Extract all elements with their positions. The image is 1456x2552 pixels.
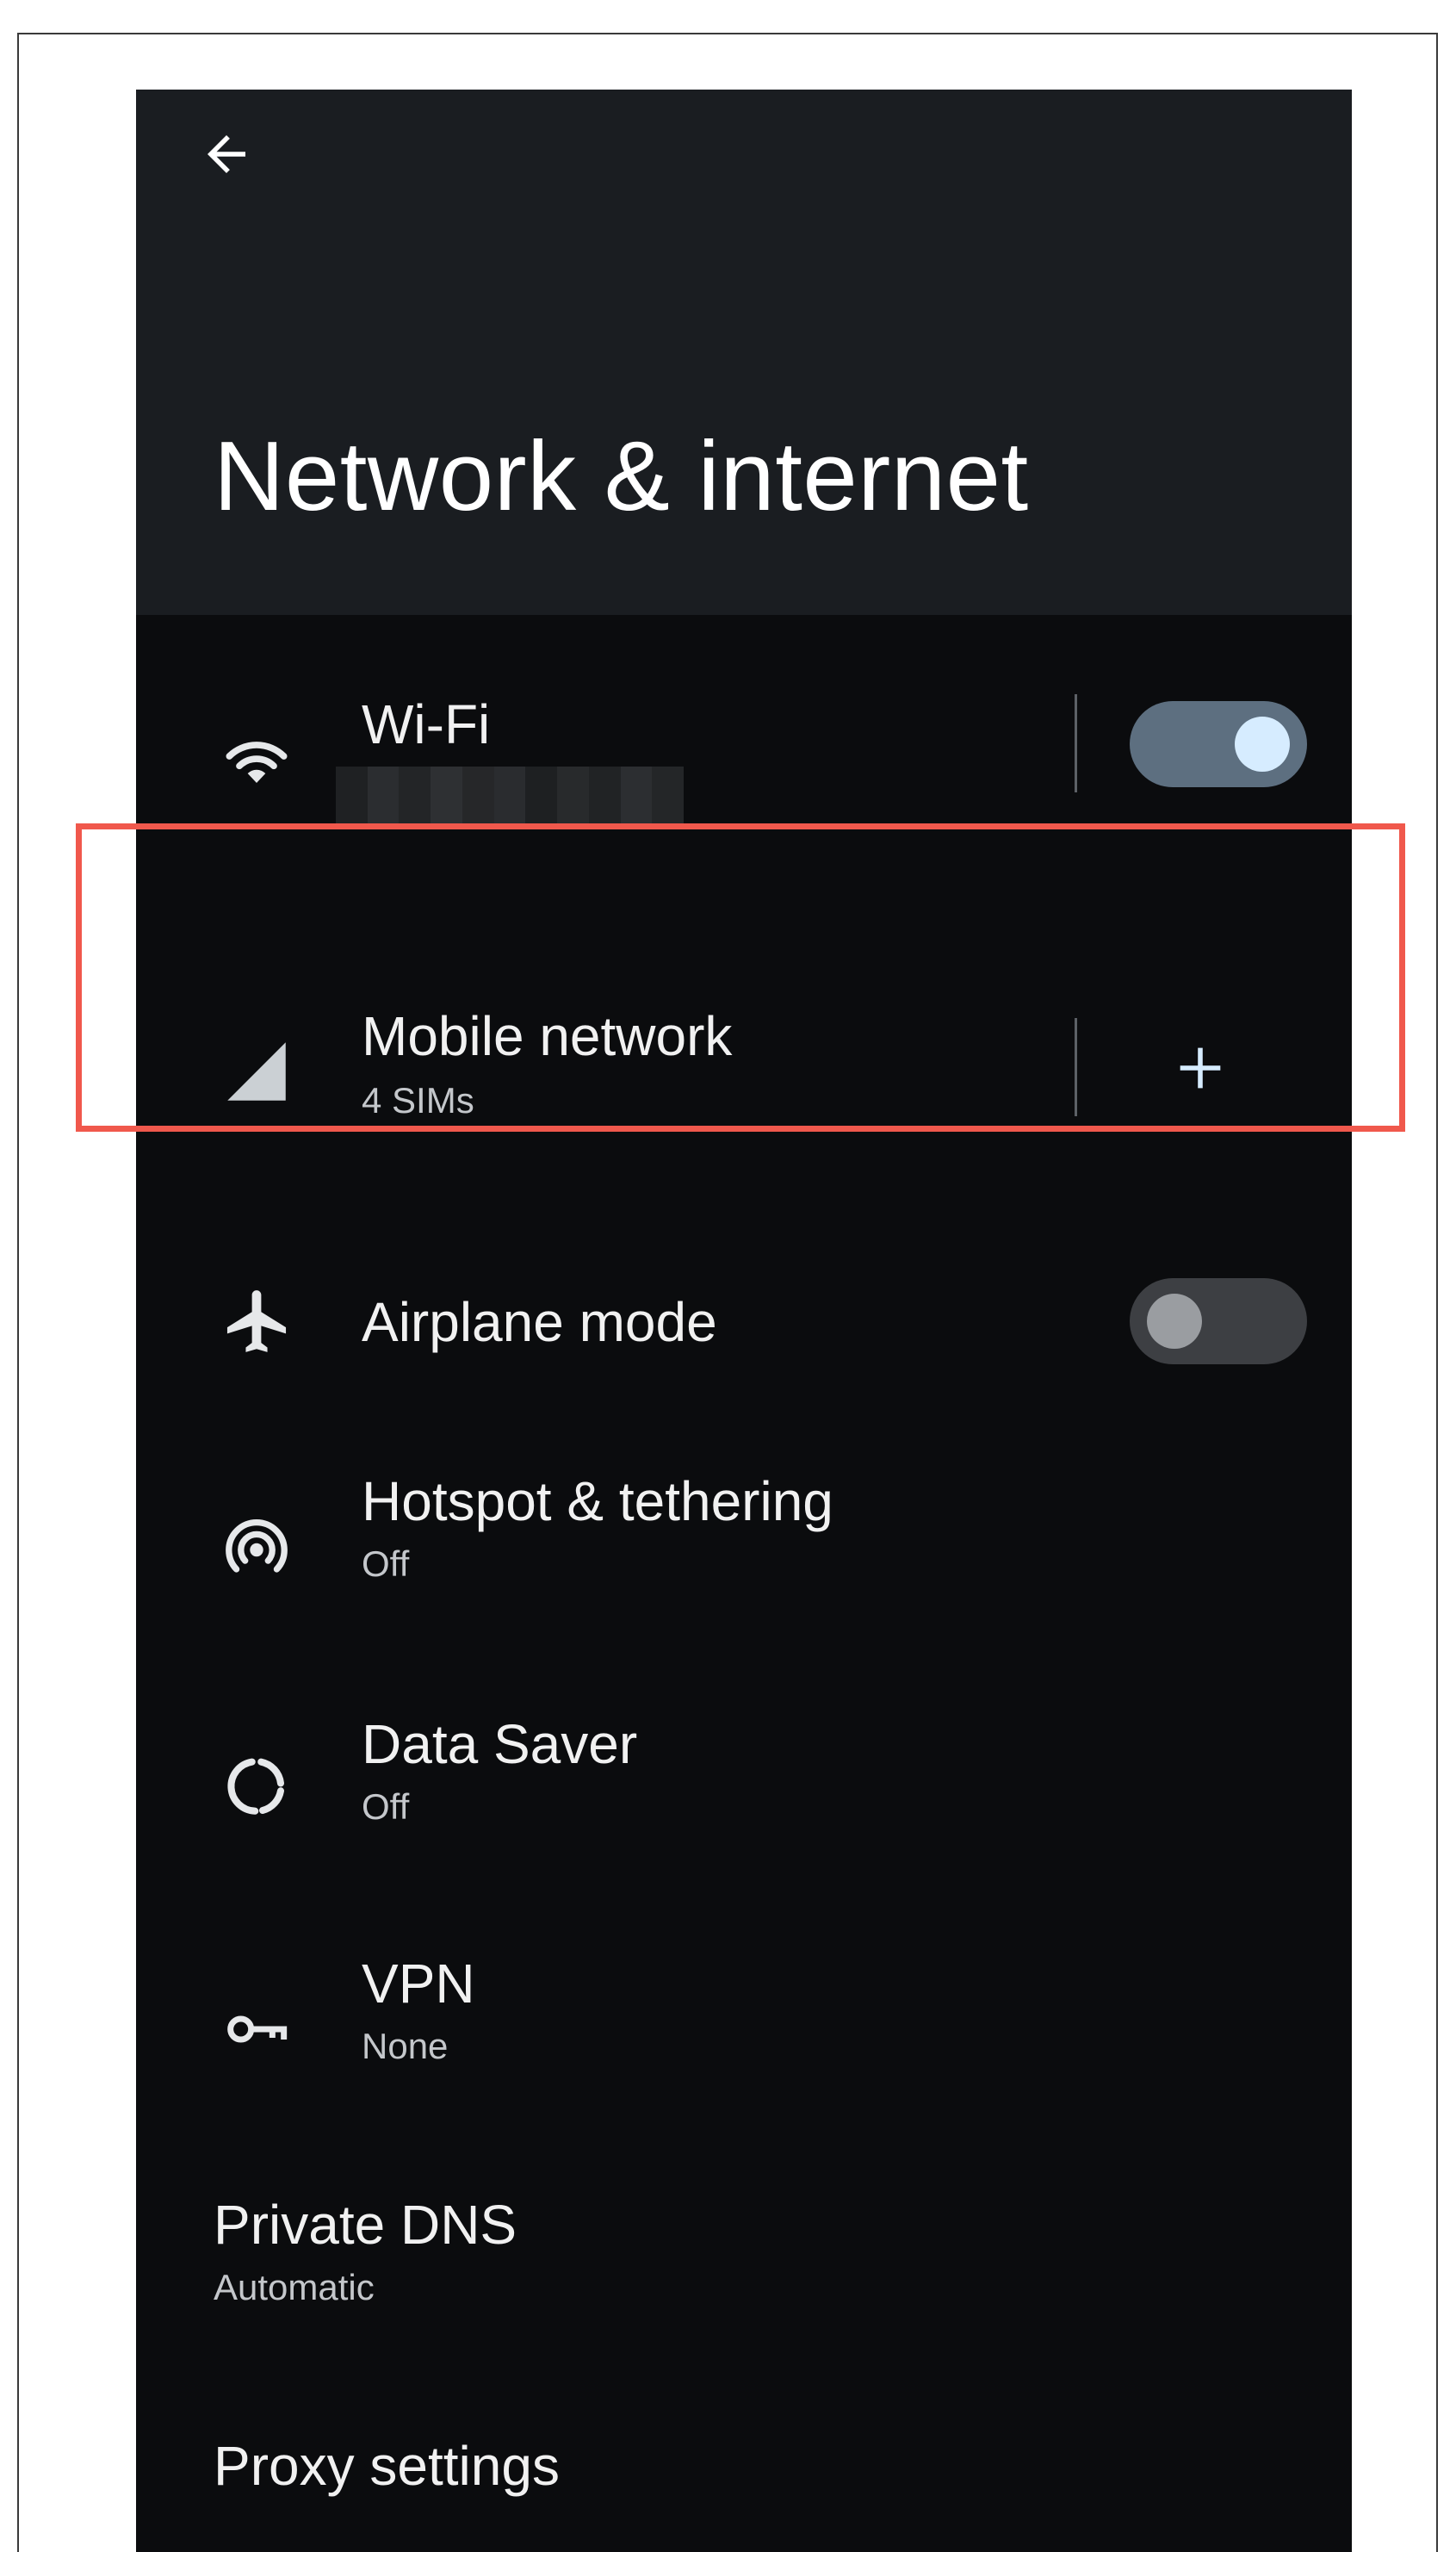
highlight-box <box>76 823 1405 1132</box>
airplane-mode-row[interactable]: Airplane mode <box>136 1218 1352 1433</box>
back-button[interactable] <box>188 115 265 193</box>
arrow-left-icon <box>208 135 245 173</box>
private-dns-label: Private DNS <box>214 2194 517 2256</box>
wifi-toggle-knob <box>1235 717 1290 772</box>
wifi-label: Wi-Fi <box>362 693 491 755</box>
wifi-row[interactable]: Wi-Fi <box>136 615 1352 856</box>
hotspot-label: Hotspot & tethering <box>362 1470 833 1532</box>
wifi-network-name-redacted <box>336 767 685 829</box>
airplane-mode-label: Airplane mode <box>362 1291 717 1353</box>
data-saver-subtitle: Off <box>362 1786 410 1827</box>
hotspot-row[interactable]: Hotspot & tethering Off <box>136 1433 1352 1674</box>
proxy-settings-label: Proxy settings <box>214 2435 560 2497</box>
hotspot-icon <box>214 1504 300 1590</box>
vpn-row[interactable]: VPN None <box>136 1916 1352 2157</box>
airplane-mode-toggle[interactable] <box>1130 1278 1307 1364</box>
phone-screen: Network & internet Wi-Fi Mobile network … <box>136 90 1352 2552</box>
private-dns-row[interactable]: Private DNS Automatic <box>136 2157 1352 2398</box>
app-bar: Network & internet <box>136 90 1352 615</box>
data-saver-icon <box>214 1743 300 1829</box>
airplane-icon <box>214 1278 300 1364</box>
wifi-icon <box>214 718 300 804</box>
data-saver-label: Data Saver <box>362 1713 638 1775</box>
private-dns-subtitle: Automatic <box>214 2267 375 2307</box>
key-icon <box>214 1986 300 2072</box>
wifi-divider <box>1075 694 1077 792</box>
vpn-label: VPN <box>362 1953 475 2015</box>
vpn-subtitle: None <box>362 2026 449 2066</box>
proxy-settings-row[interactable]: Proxy settings <box>136 2398 1352 2552</box>
airplane-mode-toggle-knob <box>1147 1294 1202 1349</box>
wifi-toggle[interactable] <box>1130 701 1307 787</box>
page-title: Network & internet <box>214 422 1029 531</box>
hotspot-subtitle: Off <box>362 1543 410 1584</box>
data-saver-row[interactable]: Data Saver Off <box>136 1674 1352 1916</box>
